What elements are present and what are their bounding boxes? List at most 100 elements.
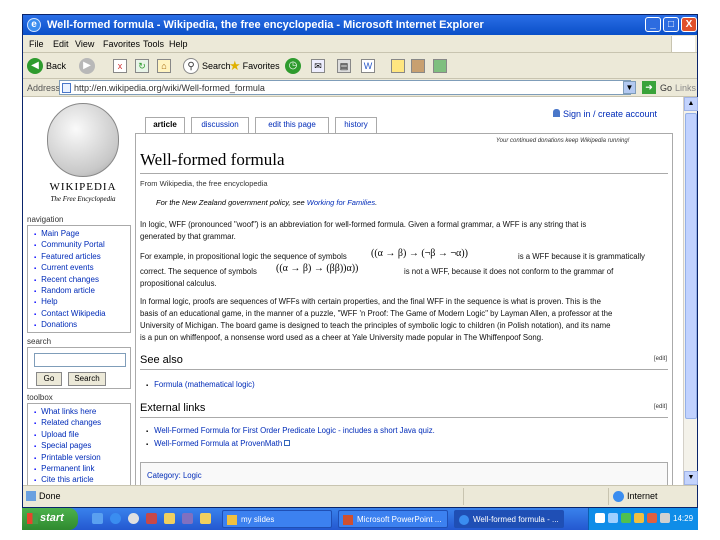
search-label: Search: [202, 61, 231, 71]
nav-link[interactable]: Featured articles: [34, 252, 130, 263]
scroll-down-icon[interactable]: ▼: [684, 471, 698, 485]
nav-link[interactable]: Current events: [34, 263, 130, 274]
internet-explorer-icon: e: [27, 18, 41, 32]
address-bar: Address http://en.wikipedia.org/wiki/Wel…: [23, 79, 697, 97]
nav-link[interactable]: Community Portal: [34, 240, 130, 251]
wiki-search-input[interactable]: [34, 353, 126, 367]
dablink-text: For the New Zealand government policy, s…: [156, 198, 307, 207]
quicklaunch-desktop-icon[interactable]: [92, 513, 103, 524]
links-button[interactable]: Links: [675, 83, 696, 93]
toolbox-link[interactable]: Cite this article: [34, 475, 130, 485]
stop-button[interactable]: x: [113, 57, 127, 75]
sign-in-label: Sign in / create account: [563, 109, 658, 119]
menu-view[interactable]: View: [75, 39, 94, 49]
tab-edit[interactable]: edit this page: [255, 117, 329, 133]
article-content: Your continued donations keep Wikipedia …: [135, 133, 673, 485]
toolbox-link[interactable]: Permanent link: [34, 464, 130, 475]
taskbar-task-my-slides[interactable]: my slides: [222, 510, 332, 528]
external-link[interactable]: Well-Formed Formula at ProvenMath: [146, 439, 291, 448]
search-button[interactable]: ⚲ Search: [183, 57, 231, 75]
go-arrow-icon[interactable]: ➜: [642, 81, 656, 94]
books-icon: [411, 59, 425, 73]
menu-help[interactable]: Help: [169, 39, 188, 49]
close-button[interactable]: X: [681, 17, 697, 32]
tab-discussion[interactable]: discussion: [191, 117, 249, 133]
refresh-button[interactable]: ↻: [135, 57, 149, 75]
dablink-link[interactable]: Working for Families: [307, 198, 375, 207]
nav-link[interactable]: Main Page: [34, 229, 130, 240]
edit-section-link[interactable]: [edit]: [654, 356, 667, 362]
navigation-box: Main Page Community Portal Featured arti…: [27, 225, 131, 333]
external-link[interactable]: Well-Formed Formula for First Order Pred…: [146, 426, 435, 435]
title-bar[interactable]: e Well-formed formula - Wikipedia, the f…: [23, 15, 697, 35]
windows-flag-icon: [27, 513, 38, 524]
minimize-button[interactable]: _: [645, 17, 661, 32]
toolbox-title: toolbox: [27, 393, 53, 402]
menu-tools[interactable]: Tools: [143, 39, 164, 49]
toolbox-link[interactable]: What links here: [34, 407, 130, 418]
nav-link[interactable]: Recent changes: [34, 275, 130, 286]
nav-link[interactable]: Random article: [34, 286, 130, 297]
wikipedia-logo[interactable]: WIKIPEDIA The Free Encyclopedia: [31, 103, 135, 211]
taskbar-task-browser[interactable]: Well-formed formula - ...: [454, 510, 564, 528]
print-button[interactable]: ▤: [337, 57, 351, 75]
go-button[interactable]: Go: [660, 83, 672, 93]
paragraph-1-line-2: generated by that grammar.: [140, 232, 236, 241]
address-input[interactable]: http://en.wikipedia.org/wiki/Well-formed…: [59, 80, 631, 95]
toolbox-link[interactable]: Special pages: [34, 441, 130, 452]
menu-edit[interactable]: Edit: [53, 39, 69, 49]
tray-volume-icon[interactable]: [660, 513, 670, 523]
tray-network-icon[interactable]: [595, 513, 605, 523]
tray-app-icon[interactable]: [608, 513, 618, 523]
powerpoint-icon: [343, 515, 353, 525]
quicklaunch-app-icon[interactable]: [182, 513, 193, 524]
address-dropdown-icon[interactable]: ▼: [623, 81, 636, 94]
favorites-button[interactable]: ★ Favorites: [229, 57, 280, 75]
quicklaunch-folder-icon[interactable]: [164, 513, 175, 524]
sign-in-link[interactable]: Sign in / create account: [553, 109, 657, 119]
toolbox-link[interactable]: Printable version: [34, 453, 130, 464]
taskbar-task-powerpoint[interactable]: Microsoft PowerPoint ...: [338, 510, 448, 528]
edit-button[interactable]: W: [361, 57, 375, 75]
scroll-thumb[interactable]: [685, 113, 697, 419]
tab-history[interactable]: history: [335, 117, 377, 133]
full-search-button[interactable]: Search: [68, 372, 106, 386]
quicklaunch-folder-icon[interactable]: [200, 513, 211, 524]
nav-link[interactable]: Contact Wikipedia: [34, 309, 130, 320]
maximize-button[interactable]: □: [663, 17, 679, 32]
favorites-label: Favorites: [242, 61, 280, 71]
edit-section-link[interactable]: [edit]: [654, 404, 667, 410]
start-button[interactable]: start: [22, 508, 78, 530]
history-button[interactable]: ◷: [285, 57, 301, 75]
research-button[interactable]: [411, 57, 425, 75]
home-button[interactable]: ⌂: [157, 57, 171, 75]
vertical-scrollbar[interactable]: ▲ ▼: [683, 97, 698, 485]
tray-app-icon[interactable]: [647, 513, 657, 523]
nav-link[interactable]: Help: [34, 297, 130, 308]
quicklaunch-ie-icon[interactable]: [110, 513, 121, 524]
scroll-up-icon[interactable]: ▲: [684, 97, 698, 111]
discuss-button[interactable]: [391, 57, 405, 75]
toolbox-link[interactable]: Related changes: [34, 418, 130, 429]
tab-article[interactable]: article: [145, 117, 185, 134]
tray-app-icon[interactable]: [621, 513, 631, 523]
quicklaunch-app-icon[interactable]: [146, 513, 157, 524]
toolbox-link[interactable]: Upload file: [34, 430, 130, 441]
printer-icon: ▤: [337, 59, 351, 73]
task-label: Well-formed formula - ...: [473, 515, 559, 524]
paragraph-2-line-1b: is a WFF because it is grammatically: [518, 252, 645, 261]
quicklaunch-media-icon[interactable]: [128, 513, 139, 524]
mail-button[interactable]: ✉: [311, 57, 325, 75]
forward-button[interactable]: ▶: [79, 57, 95, 75]
nav-link[interactable]: Donations: [34, 320, 130, 331]
tray-app-icon[interactable]: [634, 513, 644, 523]
status-text: Done: [39, 491, 61, 501]
menu-file[interactable]: File: [29, 39, 44, 49]
menu-favorites[interactable]: Favorites: [103, 39, 140, 49]
see-also-link[interactable]: Formula (mathematical logic): [146, 380, 255, 389]
go-search-button[interactable]: Go: [36, 372, 62, 386]
back-button[interactable]: ◀ Back: [27, 57, 66, 75]
folder-icon: [227, 515, 237, 525]
category-link[interactable]: Category: Logic: [147, 471, 202, 480]
messenger-button[interactable]: [433, 57, 447, 75]
